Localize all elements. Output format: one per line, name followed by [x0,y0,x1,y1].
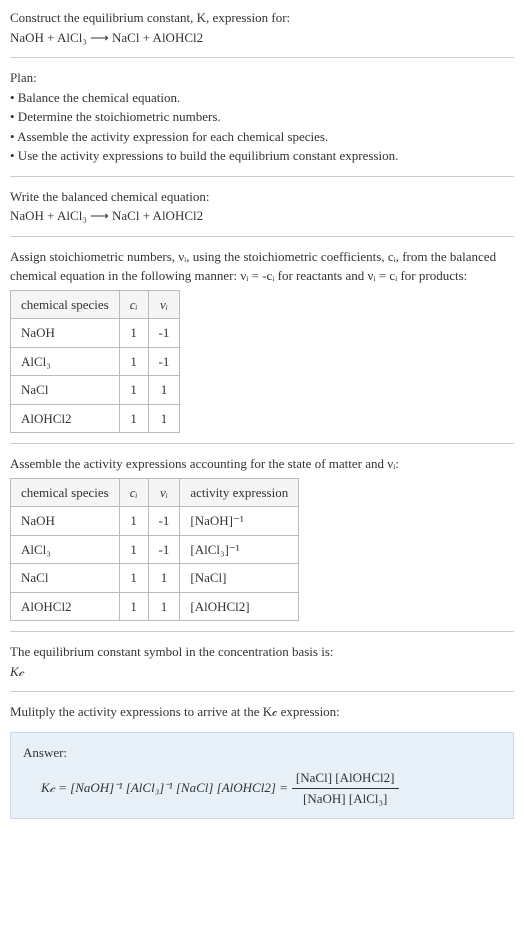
table-header: νᵢ [148,478,180,507]
balanced-title: Write the balanced chemical equation: [10,187,514,207]
answer-box: Answer: K𝒸 = [NaOH]⁻¹ [AlCl₃]⁻¹ [NaCl] [… [10,732,514,820]
answer-expression: K𝒸 = [NaOH]⁻¹ [AlCl₃]⁻¹ [NaCl] [AlOHCl2]… [23,768,501,808]
balanced-section: Write the balanced chemical equation: Na… [10,187,514,226]
c-cell: 1 [119,404,148,433]
multiply-text: Mulitply the activity expressions to arr… [10,702,514,722]
table-header: νᵢ [148,290,180,319]
plan-title: Plan: [10,68,514,88]
stoich-intro: Assign stoichiometric numbers, νᵢ, using… [10,247,514,286]
c-cell: 1 [119,319,148,348]
c-cell: 1 [119,592,148,621]
species-cell: NaOH [11,319,120,348]
v-cell: 1 [148,376,180,405]
expr-cell: [NaOH]⁻¹ [180,507,299,536]
symbol-line1: The equilibrium constant symbol in the c… [10,642,514,662]
header-section: Construct the equilibrium constant, K, e… [10,8,514,47]
table-row: AlOHCl2 1 1 [AlOHCl2] [11,592,299,621]
table-header: chemical species [11,478,120,507]
answer-label: Answer: [23,743,501,763]
table-header-row: chemical species cᵢ νᵢ activity expressi… [11,478,299,507]
table-row: NaCl 1 1 [NaCl] [11,564,299,593]
plan-item: • Balance the chemical equation. [10,88,514,108]
c-cell: 1 [119,535,148,564]
table-header-row: chemical species cᵢ νᵢ [11,290,180,319]
v-cell: 1 [148,564,180,593]
divider [10,57,514,58]
table-row: AlCl₃ 1 -1 [11,347,180,376]
table-header: cᵢ [119,478,148,507]
activity-intro: Assemble the activity expressions accoun… [10,454,514,474]
answer-lhs: K𝒸 = [NaOH]⁻¹ [AlCl₃]⁻¹ [NaCl] [AlOHCl2]… [41,778,288,798]
symbol-line2: K𝒸 [10,662,514,682]
table-row: NaCl 1 1 [11,376,180,405]
header-line1: Construct the equilibrium constant, K, e… [10,8,514,28]
divider [10,631,514,632]
expr-cell: [AlOHCl2] [180,592,299,621]
divider [10,176,514,177]
species-cell: AlCl₃ [11,347,120,376]
table-row: AlOHCl2 1 1 [11,404,180,433]
plan-item: • Assemble the activity expression for e… [10,127,514,147]
divider [10,691,514,692]
divider [10,443,514,444]
c-cell: 1 [119,347,148,376]
table-header: cᵢ [119,290,148,319]
symbol-section: The equilibrium constant symbol in the c… [10,642,514,681]
activity-table: chemical species cᵢ νᵢ activity expressi… [10,478,299,622]
species-cell: AlOHCl2 [11,592,120,621]
expr-cell: [NaCl] [180,564,299,593]
stoich-table: chemical species cᵢ νᵢ NaOH 1 -1 AlCl₃ 1… [10,290,180,434]
v-cell: -1 [148,535,180,564]
table-header: chemical species [11,290,120,319]
v-cell: 1 [148,592,180,621]
c-cell: 1 [119,376,148,405]
c-cell: 1 [119,564,148,593]
fraction-denominator: [NaOH] [AlCl₃] [299,789,391,809]
species-cell: AlCl₃ [11,535,120,564]
fraction-numerator: [NaCl] [AlOHCl2] [292,768,399,789]
header-equation: NaOH + AlCl₃ ⟶ NaCl + AlOHCl2 [10,28,514,48]
v-cell: -1 [148,507,180,536]
c-cell: 1 [119,507,148,536]
answer-fraction: [NaCl] [AlOHCl2] [NaOH] [AlCl₃] [292,768,399,808]
species-cell: NaOH [11,507,120,536]
plan-item: • Use the activity expressions to build … [10,146,514,166]
multiply-section: Mulitply the activity expressions to arr… [10,702,514,722]
v-cell: -1 [148,347,180,376]
species-cell: AlOHCl2 [11,404,120,433]
v-cell: -1 [148,319,180,348]
v-cell: 1 [148,404,180,433]
plan-section: Plan: • Balance the chemical equation. •… [10,68,514,166]
balanced-equation: NaOH + AlCl₃ ⟶ NaCl + AlOHCl2 [10,206,514,226]
table-row: NaOH 1 -1 [11,319,180,348]
expr-cell: [AlCl₃]⁻¹ [180,535,299,564]
table-row: AlCl₃ 1 -1 [AlCl₃]⁻¹ [11,535,299,564]
divider [10,236,514,237]
plan-item: • Determine the stoichiometric numbers. [10,107,514,127]
stoich-section: Assign stoichiometric numbers, νᵢ, using… [10,247,514,434]
table-header: activity expression [180,478,299,507]
species-cell: NaCl [11,376,120,405]
activity-section: Assemble the activity expressions accoun… [10,454,514,621]
species-cell: NaCl [11,564,120,593]
table-row: NaOH 1 -1 [NaOH]⁻¹ [11,507,299,536]
